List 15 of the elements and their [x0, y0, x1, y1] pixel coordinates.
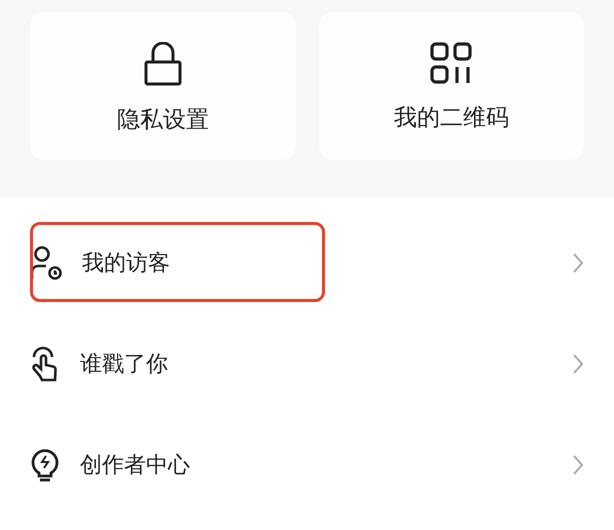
- menu-item-label[interactable]: 谁戳了你: [80, 348, 572, 378]
- card-label: 隐私设置: [116, 106, 209, 135]
- grid-icon: [430, 42, 472, 84]
- lock-icon: [144, 42, 182, 86]
- lightbulb-icon: [30, 446, 60, 482]
- person-clock-icon: [30, 246, 62, 280]
- chevron-right-icon: [572, 454, 584, 476]
- chevron-right-icon: [572, 352, 584, 374]
- settings-card[interactable]: 隐私设置: [30, 12, 296, 160]
- chevron-right-icon: [572, 252, 584, 274]
- tap-icon: [30, 346, 60, 382]
- card-label: 我的二维码: [394, 104, 509, 133]
- menu-item-label[interactable]: 创作者中心: [80, 450, 572, 480]
- menu-item-label[interactable]: 我的访客: [82, 248, 572, 278]
- settings-card[interactable]: 我的二维码: [318, 12, 584, 160]
